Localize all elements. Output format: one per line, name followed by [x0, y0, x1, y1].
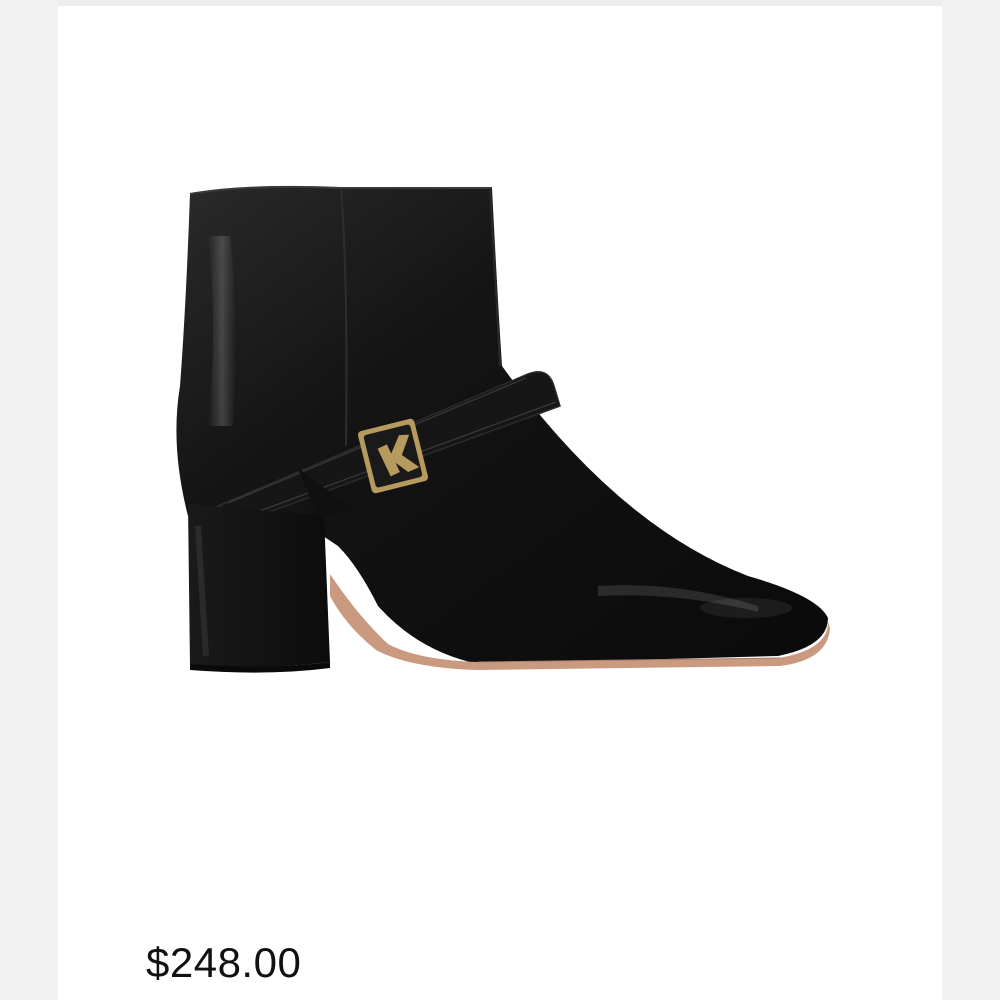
ankle-boot-image	[176, 185, 830, 673]
price-label: $248.00	[146, 939, 302, 986]
product-card[interactable]: $248.00	[58, 6, 942, 1000]
right-margin	[942, 0, 1000, 1000]
listing-page: $248.00	[0, 0, 1000, 1000]
block-heel	[188, 504, 330, 668]
product-photo[interactable]	[58, 6, 942, 906]
left-margin	[0, 0, 58, 1000]
